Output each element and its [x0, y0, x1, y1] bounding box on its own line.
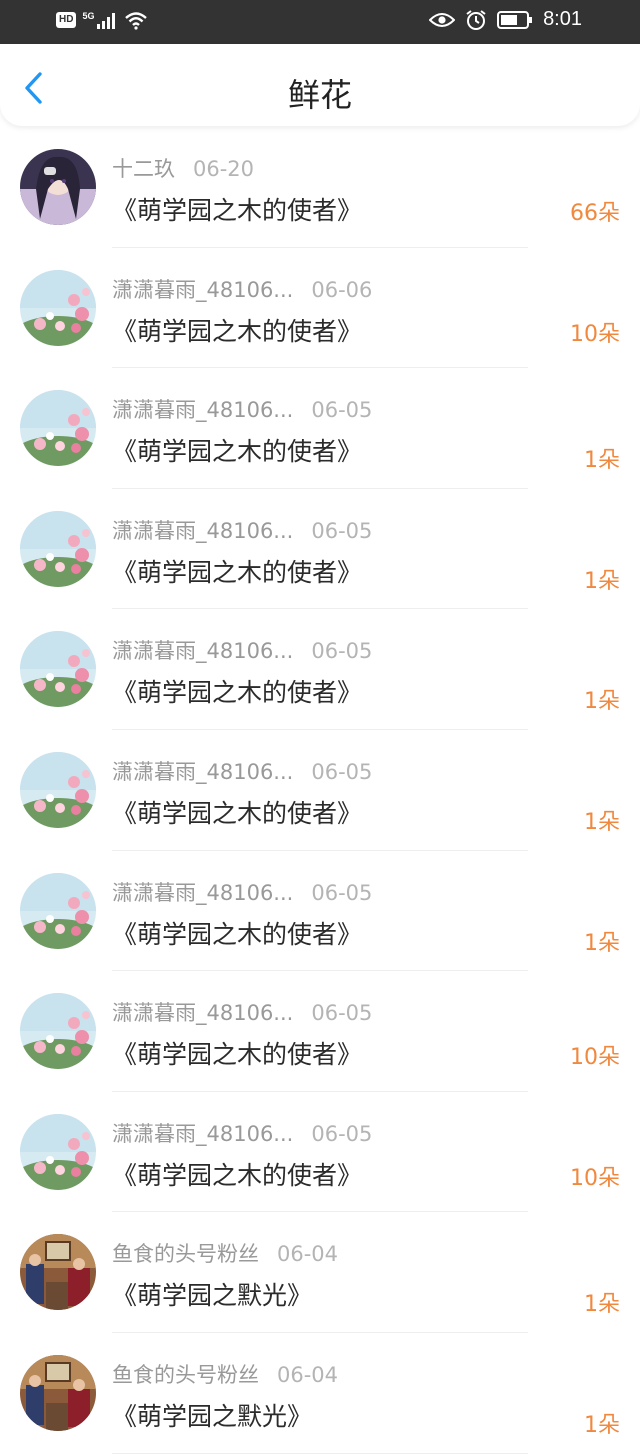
flower-count: 1朵: [584, 809, 620, 835]
work-title: 《萌学园之默光》: [112, 1401, 313, 1431]
network-label: 5G: [82, 11, 95, 21]
flower-avatar[interactable]: [20, 510, 96, 587]
list-item[interactable]: 潇潇暮雨_48106... 06-05 《萌学园之木的使者》 1朵: [0, 368, 640, 489]
status-right: 8:01: [429, 8, 582, 31]
name-line: 潇潇暮雨_48106... 06-05: [112, 997, 372, 1027]
name-line: 潇潇暮雨_48106... 06-06: [112, 274, 372, 304]
work-title: 《萌学园之木的使者》: [112, 1040, 363, 1070]
name-line: 潇潇暮雨_48106... 06-05: [112, 756, 372, 786]
work-title: 《萌学园之木的使者》: [112, 437, 363, 467]
status-bar: HD 5G 8:01: [0, 0, 640, 44]
divider: [112, 1452, 528, 1454]
list-item[interactable]: 潇潇暮雨_48106... 06-05 《萌学园之木的使者》 1朵: [0, 489, 640, 610]
flower-count: 10朵: [570, 321, 620, 347]
name-line: 潇潇暮雨_48106... 06-05: [112, 635, 372, 665]
work-title: 《萌学园之木的使者》: [112, 919, 363, 949]
list-item[interactable]: 鱼食的头号粉丝 06-04 《萌学园之默光》 1朵: [0, 1333, 640, 1454]
flower-avatar[interactable]: [20, 631, 96, 708]
user-name: 十二玖: [112, 157, 175, 181]
user-name: 潇潇暮雨_48106...: [112, 518, 294, 543]
user-name: 潇潇暮雨_48106...: [112, 880, 294, 905]
date: 06-05: [311, 398, 373, 423]
work-title: 《萌学园之木的使者》: [112, 316, 363, 346]
painting-avatar[interactable]: [20, 1234, 96, 1311]
user-name: 潇潇暮雨_48106...: [112, 639, 294, 664]
name-line: 潇潇暮雨_48106... 06-05: [112, 877, 372, 907]
painting-avatar[interactable]: [20, 1354, 96, 1431]
user-name: 潇潇暮雨_48106...: [112, 759, 294, 784]
signal-icon: [97, 13, 116, 29]
user-name: 鱼食的头号粉丝: [112, 1362, 259, 1387]
flower-avatar[interactable]: [20, 872, 96, 949]
date: 06-05: [311, 1121, 373, 1146]
list-item[interactable]: 十二玖 06-20 《萌学园之木的使者》 66朵: [0, 127, 640, 248]
date: 06-06: [311, 277, 373, 302]
flower-count: 1朵: [584, 1292, 620, 1318]
work-title: 《萌学园之默光》: [112, 1281, 313, 1311]
flower-count: 10朵: [570, 1165, 620, 1191]
work-title: 《萌学园之木的使者》: [112, 196, 363, 225]
nav-bar: 鲜花: [0, 44, 640, 126]
user-name: 潇潇暮雨_48106...: [112, 1121, 294, 1146]
name-line: 潇潇暮雨_48106... 06-05: [112, 394, 372, 424]
hd-badge: HD: [56, 12, 77, 28]
work-title: 《萌学园之木的使者》: [112, 557, 363, 587]
user-name: 潇潇暮雨_48106...: [112, 398, 294, 423]
wifi-icon: [125, 12, 148, 30]
battery-icon: [497, 10, 533, 29]
date: 06-20: [193, 157, 255, 181]
flower-avatar[interactable]: [20, 993, 96, 1070]
flower-count: 1朵: [584, 448, 620, 474]
flower-count: 1朵: [584, 689, 620, 715]
list-item[interactable]: 潇潇暮雨_48106... 06-05 《萌学园之木的使者》 1朵: [0, 851, 640, 972]
name-line: 鱼食的头号粉丝 06-04: [112, 1359, 338, 1389]
name-line: 潇潇暮雨_48106... 06-05: [112, 515, 372, 545]
flower-avatar[interactable]: [20, 1113, 96, 1190]
flower-count: 1朵: [584, 930, 620, 956]
list-item[interactable]: 鱼食的头号粉丝 06-04 《萌学园之默光》 1朵: [0, 1212, 640, 1333]
list-item[interactable]: 潇潇暮雨_48106... 06-05 《萌学园之木的使者》 1朵: [0, 730, 640, 851]
date: 06-05: [311, 518, 373, 543]
user-name: 潇潇暮雨_48106...: [112, 277, 294, 302]
flower-count: 10朵: [570, 1045, 620, 1071]
list-item[interactable]: 潇潇暮雨_48106... 06-05 《萌学园之木的使者》 1朵: [0, 609, 640, 730]
name-line: 潇潇暮雨_48106... 06-05: [112, 1118, 372, 1148]
date: 06-05: [311, 639, 373, 664]
flower-list: 十二玖 06-20 《萌学园之木的使者》 66朵 潇潇暮雨_48106... 06-…: [0, 127, 640, 1454]
eye-icon: [429, 12, 456, 27]
name-line: 十二玖 06-20: [112, 153, 254, 183]
user-name: 鱼食的头号粉丝: [112, 1242, 259, 1267]
date: 06-04: [277, 1362, 339, 1387]
flower-count: 1朵: [584, 1412, 620, 1438]
clock: 8:01: [543, 8, 582, 30]
date: 06-05: [311, 1001, 373, 1026]
flower-avatar[interactable]: [20, 390, 96, 467]
user-name: 潇潇暮雨_48106...: [112, 1001, 294, 1026]
status-left: HD 5G: [56, 10, 148, 30]
work-title: 《萌学园之木的使者》: [112, 678, 363, 708]
flower-avatar[interactable]: [20, 269, 96, 346]
work-title: 《萌学园之木的使者》: [112, 1160, 363, 1190]
name-line: 鱼食的头号粉丝 06-04: [112, 1238, 338, 1268]
flower-count: 1朵: [584, 568, 620, 594]
work-title: 《萌学园之木的使者》: [112, 798, 363, 828]
list-item[interactable]: 潇潇暮雨_48106... 06-05 《萌学园之木的使者》 10朵: [0, 971, 640, 1092]
date: 06-05: [311, 880, 373, 905]
anime-girl-avatar[interactable]: [20, 149, 96, 225]
list-item[interactable]: 潇潇暮雨_48106... 06-05 《萌学园之木的使者》 10朵: [0, 1092, 640, 1213]
flower-count: 66朵: [570, 201, 620, 226]
flower-avatar[interactable]: [20, 751, 96, 828]
date: 06-04: [277, 1242, 339, 1267]
date: 06-05: [311, 759, 373, 784]
page-title: 鲜花: [287, 76, 352, 114]
list-item[interactable]: 潇潇暮雨_48106... 06-06 《萌学园之木的使者》 10朵: [0, 248, 640, 369]
alarm-icon: [466, 9, 486, 30]
